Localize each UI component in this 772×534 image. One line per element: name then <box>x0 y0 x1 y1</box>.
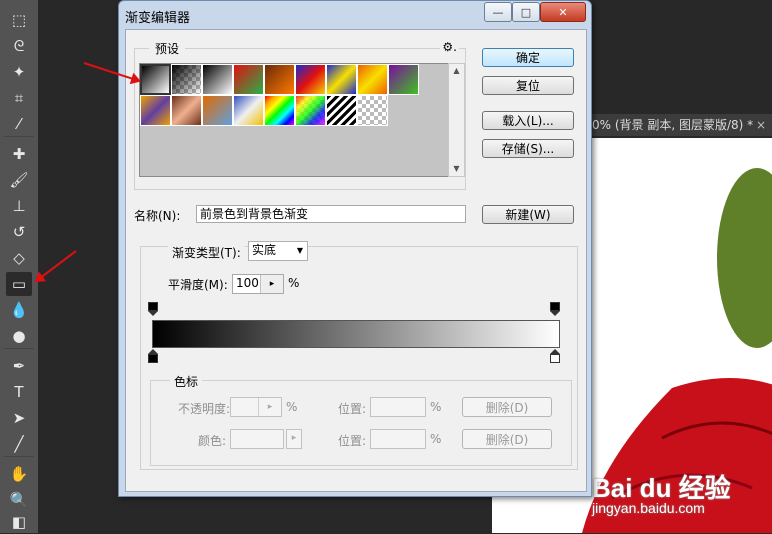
opacity-stop-left[interactable] <box>148 302 158 316</box>
color-location-input[interactable] <box>370 429 426 449</box>
document-tab-title: 0% (背景 副本, 图层蒙版/8) * <box>592 118 754 132</box>
color-delete-button[interactable]: 删除(D) <box>462 429 552 449</box>
color-stop-left[interactable] <box>148 349 158 363</box>
toolbar-separator <box>4 348 34 349</box>
history-brush-tool-icon[interactable]: ↺ <box>6 220 32 244</box>
preset-orange-yellow-orange[interactable] <box>357 64 388 95</box>
opacity-label: 不透明度: <box>178 402 231 416</box>
smoothness-percent: % <box>288 276 300 290</box>
opacity-delete-button[interactable]: 删除(D) <box>462 397 552 417</box>
opacity-location-label: 位置: <box>338 402 367 416</box>
healing-brush-tool-icon[interactable]: ✚ <box>6 142 32 166</box>
preset-copper[interactable] <box>171 95 202 126</box>
color-swatches-icon[interactable]: ◧ <box>6 510 32 534</box>
color-location-percent: % <box>430 432 442 446</box>
gradient-editor-dialog: 渐变编辑器 — □ ✕ 预设 ⚙. ▲ ▼ 确定 复位 载入(L)... 存储(… <box>118 0 592 497</box>
document-tab[interactable]: 0% (背景 副本, 图层蒙版/8) * × <box>590 114 772 136</box>
save-button[interactable]: 存储(S)... <box>482 139 574 158</box>
toolbar-separator <box>4 136 34 137</box>
lasso-tool-icon[interactable]: ᘓ <box>6 34 32 58</box>
tools-panel: ⬚ ᘓ ✦ ⌗ ⁄ ✚ 🖌 ⊥ ↺ ◇ ▭ 💧 ● ✒ T ➤ ╱ ✋ 🔍 ◧ <box>0 0 39 533</box>
presets-label: 预设 <box>149 40 186 57</box>
dialog-client: 预设 ⚙. ▲ ▼ 确定 复位 载入(L)... 存储(S)... 名称(N):… <box>125 29 587 492</box>
eyedropper-tool-icon[interactable]: ⁄ <box>6 112 32 136</box>
brush-tool-icon[interactable]: 🖌 <box>6 168 32 192</box>
opacity-location-percent: % <box>430 400 442 414</box>
color-stops-group <box>150 380 572 466</box>
presets-scrollbar[interactable]: ▲ ▼ <box>448 63 465 177</box>
preset-blue-red-yellow[interactable] <box>295 64 326 95</box>
opacity-input[interactable]: ▸ <box>230 397 282 417</box>
scroll-down-icon[interactable]: ▼ <box>449 162 464 176</box>
zoom-tool-icon[interactable]: 🔍 <box>6 488 32 512</box>
preset-transparent-rainbow[interactable] <box>295 95 326 126</box>
color-stop-right[interactable] <box>550 349 560 363</box>
smoothness-label: 平滑度(M): <box>168 278 228 292</box>
preset-red-green[interactable] <box>233 64 264 95</box>
presets-group: 预设 ⚙. ▲ ▼ <box>134 40 466 190</box>
opacity-location-input[interactable] <box>370 397 426 417</box>
magic-wand-tool-icon[interactable]: ✦ <box>6 60 32 84</box>
document-close-icon[interactable]: × <box>756 114 766 136</box>
preset-blue-yellow-blue[interactable] <box>326 64 357 95</box>
line-tool-icon[interactable]: ╱ <box>6 432 32 456</box>
close-button[interactable]: ✕ <box>540 2 586 22</box>
hand-tool-icon[interactable]: ✋ <box>6 462 32 486</box>
gradient-tool-icon[interactable]: ▭ <box>6 272 32 296</box>
preset-chrome-2[interactable] <box>233 95 264 126</box>
preset-black-white[interactable] <box>202 64 233 95</box>
preset-violet-green[interactable] <box>388 64 419 95</box>
gradient-type-select[interactable]: 实底 ▼ <box>248 241 308 261</box>
preset-chrome[interactable] <box>202 95 233 126</box>
color-picker-arrow[interactable]: ▸ <box>286 429 302 449</box>
new-button[interactable]: 新建(W) <box>482 205 574 224</box>
preset-stripes[interactable] <box>326 95 357 126</box>
preset-neutral-density[interactable] <box>357 95 388 126</box>
dialog-titlebar[interactable]: 渐变编辑器 — □ ✕ <box>119 1 591 29</box>
blur-tool-icon[interactable]: 💧 <box>6 298 32 322</box>
eraser-tool-icon[interactable]: ◇ <box>6 246 32 270</box>
maximize-button[interactable]: □ <box>512 2 540 22</box>
smoothness-input[interactable]: 100 ▸ <box>232 274 284 294</box>
pen-tool-icon[interactable]: ✒ <box>6 354 32 378</box>
presets-gear-icon[interactable]: ⚙. <box>440 40 459 54</box>
dialog-title: 渐变编辑器 <box>125 11 191 26</box>
stops-label: 色标 <box>170 373 203 390</box>
color-label: 颜色: <box>198 434 227 448</box>
preset-spectrum[interactable] <box>264 95 295 126</box>
smoothness-value: 100 <box>236 276 259 290</box>
reset-button[interactable]: 复位 <box>482 76 574 95</box>
load-button[interactable]: 载入(L)... <box>482 111 574 130</box>
opacity-stop-right[interactable] <box>550 302 560 316</box>
opacity-stepper[interactable]: ▸ <box>258 398 281 416</box>
gradient-name-input[interactable]: 前景色到背景色渐变 <box>196 205 466 223</box>
dropdown-arrow-icon: ▼ <box>296 246 303 255</box>
smoothness-stepper[interactable]: ▸ <box>260 275 283 293</box>
color-swatch-field[interactable] <box>230 429 284 449</box>
presets-swatch-list[interactable] <box>139 63 449 177</box>
gradient-preview-bar[interactable] <box>152 320 560 348</box>
ok-button[interactable]: 确定 <box>482 48 574 67</box>
gradient-type-label: 渐变类型(T): <box>168 244 245 261</box>
clone-stamp-tool-icon[interactable]: ⊥ <box>6 194 32 218</box>
preset-yellow-violet[interactable] <box>140 95 171 126</box>
color-location-label: 位置: <box>338 434 367 448</box>
type-tool-icon[interactable]: T <box>6 380 32 404</box>
toolbar-separator <box>4 456 34 457</box>
preset-foreground-to-transparent[interactable] <box>171 64 202 95</box>
dodge-tool-icon[interactable]: ● <box>6 324 32 348</box>
name-label: 名称(N): <box>134 209 181 223</box>
preset-foreground-to-background[interactable] <box>140 64 171 95</box>
scroll-up-icon[interactable]: ▲ <box>449 64 464 78</box>
path-selection-tool-icon[interactable]: ➤ <box>6 406 32 430</box>
minimize-button[interactable]: — <box>484 2 512 22</box>
crop-tool-icon[interactable]: ⌗ <box>6 86 32 110</box>
leaf-shape <box>717 168 772 348</box>
opacity-percent: % <box>286 400 298 414</box>
preset-violet-orange[interactable] <box>264 64 295 95</box>
marquee-tool-icon[interactable]: ⬚ <box>6 8 32 32</box>
gradient-type-value: 实底 <box>252 243 277 257</box>
baidu-watermark-url: jingyan.baidu.com <box>592 500 705 516</box>
